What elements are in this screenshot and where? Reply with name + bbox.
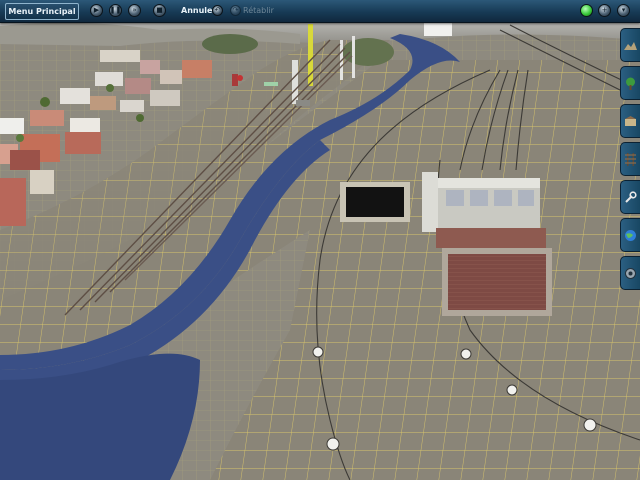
stop-icon[interactable]: ■ bbox=[153, 4, 166, 17]
camera-tool-button[interactable] bbox=[620, 256, 640, 290]
camera-tool-icon bbox=[625, 267, 636, 279]
globe-tool-icon bbox=[625, 229, 636, 241]
terrain-tool-button[interactable] bbox=[620, 28, 640, 62]
tree-tool-icon bbox=[626, 77, 635, 90]
wrench-tool-button[interactable] bbox=[620, 180, 640, 214]
globe-tool-button[interactable] bbox=[620, 218, 640, 252]
zoom-out-icon[interactable]: ▾ bbox=[617, 4, 630, 17]
object-tool-button[interactable] bbox=[620, 104, 640, 138]
main-menu-button[interactable]: Menu Principal bbox=[5, 3, 79, 20]
object-tool-icon bbox=[625, 115, 636, 126]
play-icon[interactable]: ▶ bbox=[90, 4, 103, 17]
status-light-icon[interactable] bbox=[580, 4, 593, 17]
top-toolbar: Menu Principal ▶ ❚❚ » ■ Annuler ↶ ↷ Réta… bbox=[0, 0, 640, 23]
tunnel-pit bbox=[340, 182, 410, 222]
redo-icon: ↷ bbox=[230, 5, 241, 16]
track-tool-button[interactable] bbox=[620, 142, 640, 176]
zoom-in-icon[interactable]: + bbox=[598, 4, 611, 17]
speed-icon[interactable]: » bbox=[128, 4, 141, 17]
undo-icon[interactable]: ↶ bbox=[212, 5, 223, 16]
track-tool-icon bbox=[625, 152, 636, 166]
tree-tool-button[interactable] bbox=[620, 66, 640, 100]
redo-button: Rétablir bbox=[243, 6, 274, 15]
wrench-tool-icon bbox=[625, 190, 637, 203]
pause-icon[interactable]: ❚❚ bbox=[109, 4, 122, 17]
terrain-tool-icon bbox=[624, 41, 637, 50]
game-viewport[interactable] bbox=[0, 0, 640, 480]
